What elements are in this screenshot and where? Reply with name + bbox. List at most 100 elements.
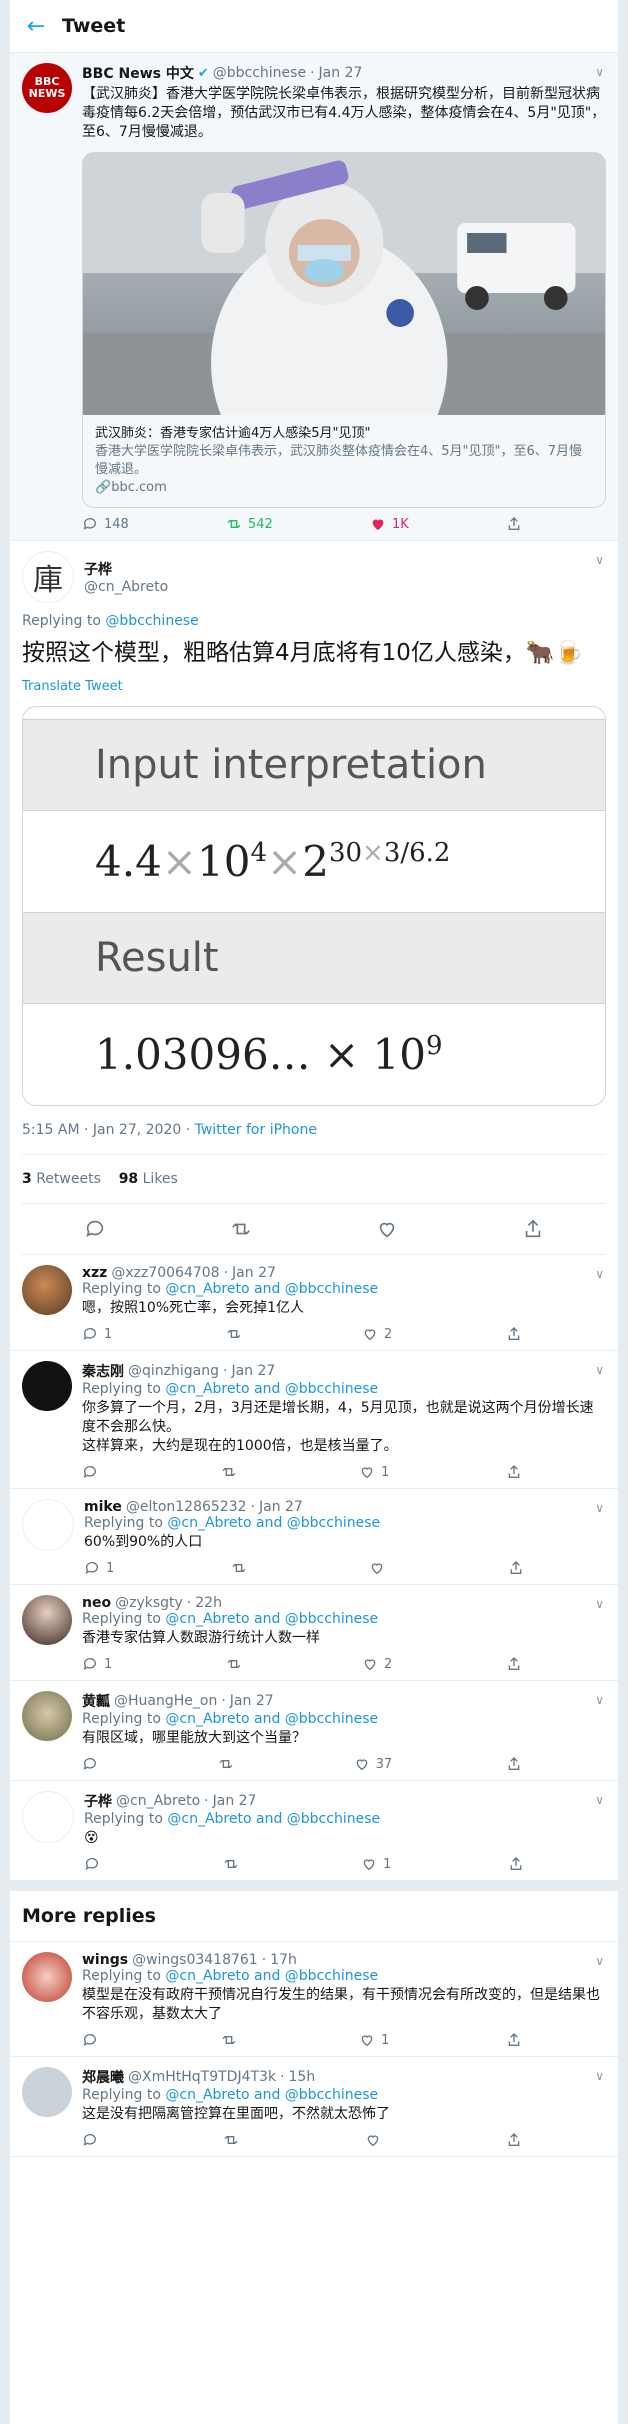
like-button[interactable]: 2 [362, 1326, 392, 1342]
chevron-down-icon[interactable]: ∨ [595, 1693, 604, 1707]
source-link[interactable]: Twitter for iPhone [195, 1122, 317, 1138]
chevron-down-icon[interactable]: ∨ [595, 65, 604, 79]
like-button[interactable]: 2 [362, 1656, 392, 1672]
tweet-time[interactable]: 15h [289, 2069, 316, 2085]
retweet-button[interactable] [221, 2032, 243, 2048]
mention-link[interactable]: @cn_Abreto and @bbcchinese [167, 1811, 380, 1827]
tweet-time[interactable]: Jan 27 [213, 1793, 257, 1809]
author-handle[interactable]: @cn_Abreto [116, 1793, 200, 1809]
retweet-button[interactable] [226, 1656, 248, 1672]
link-card[interactable]: 武汉肺炎：香港专家估计逾4万人感染5月"见顶" 香港大学医学院院长梁卓伟表示，武… [82, 152, 606, 508]
avatar[interactable] [22, 1265, 72, 1315]
like-button[interactable] [369, 1560, 391, 1576]
reply-icon[interactable] [84, 1218, 106, 1240]
share-button[interactable] [506, 1464, 522, 1480]
author-handle[interactable]: @zyksgty [115, 1595, 183, 1611]
chevron-down-icon[interactable]: ∨ [595, 1363, 604, 1377]
author-handle[interactable]: @qinzhigang [128, 1363, 219, 1379]
share-button[interactable] [508, 1856, 524, 1872]
author-name[interactable]: 黄瓤 [82, 1691, 110, 1711]
share-button[interactable] [508, 1560, 524, 1576]
chevron-down-icon[interactable]: ∨ [595, 1501, 604, 1515]
chevron-down-icon[interactable]: ∨ [595, 1793, 604, 1807]
share-button[interactable] [506, 1756, 522, 1772]
author-name[interactable]: BBC News 中文 [82, 63, 194, 83]
avatar[interactable] [22, 1691, 72, 1741]
translate-link[interactable]: Translate Tweet [22, 679, 606, 694]
avatar[interactable] [22, 1791, 74, 1843]
like-icon[interactable] [376, 1218, 398, 1240]
reply-button[interactable] [82, 1464, 104, 1480]
reply-tweet[interactable]: 郑晨曦 @XmHtHqT9TDJ4T3k · 15h Replying to @… [10, 2057, 618, 2157]
author-name[interactable]: wings [82, 1952, 128, 1968]
retweet-button[interactable] [226, 1326, 248, 1342]
tweet-image[interactable]: Input interpretation 4.4×104×230×3/6.2 R… [22, 706, 606, 1106]
mention-link[interactable]: @cn_Abreto and @bbcchinese [165, 1611, 378, 1627]
tweet-time[interactable]: Jan 27 [232, 1265, 276, 1281]
mention-link[interactable]: @cn_Abreto and @bbcchinese [167, 1515, 380, 1531]
like-button[interactable]: 1K [370, 516, 409, 532]
reply-button[interactable]: 1 [82, 1326, 112, 1342]
mention-link[interactable]: @cn_Abreto and @bbcchinese [165, 1968, 378, 1984]
author-handle[interactable]: @HuangHe_on [114, 1693, 217, 1709]
author-name[interactable]: 子桦 [84, 559, 168, 579]
likes-stat[interactable]: 98 Likes [119, 1171, 178, 1187]
share-button[interactable] [506, 2032, 522, 2048]
reply-tweet[interactable]: neo @zyksgty · 22h Replying to @cn_Abret… [10, 1585, 618, 1681]
reply-tweet[interactable]: wings @wings03418761 · 17h Replying to @… [10, 1942, 618, 2057]
tweet-time[interactable]: Jan 27 [231, 1363, 275, 1379]
like-button[interactable]: 1 [359, 1464, 389, 1480]
retweet-button[interactable] [223, 2132, 245, 2148]
reply-button[interactable] [82, 1756, 104, 1772]
avatar[interactable] [22, 1595, 72, 1645]
retweet-icon[interactable] [230, 1218, 252, 1240]
reply-tweet[interactable]: 黄瓤 @HuangHe_on · Jan 27 Replying to @cn_… [10, 1681, 618, 1781]
like-button[interactable]: 1 [361, 1856, 391, 1872]
reply-tweet[interactable]: 秦志刚 @qinzhigang · Jan 27 Replying to @cn… [10, 1351, 618, 1489]
retweet-button[interactable] [221, 1464, 243, 1480]
reply-button[interactable] [84, 1856, 106, 1872]
author-handle[interactable]: @cn_Abreto [84, 579, 168, 595]
avatar[interactable] [22, 2067, 72, 2117]
retweet-button[interactable] [223, 1856, 245, 1872]
avatar[interactable]: BBC NEWS [22, 63, 72, 113]
author-name[interactable]: mike [84, 1499, 122, 1515]
avatar[interactable]: 庫 [22, 551, 74, 603]
reply-tweet[interactable]: xzz @xzz70064708 · Jan 27 Replying to @c… [10, 1255, 618, 1351]
mention-link[interactable]: @cn_Abreto and @bbcchinese [165, 2087, 378, 2103]
author-handle[interactable]: @elton12865232 [126, 1499, 247, 1515]
tweet-time[interactable]: Jan 27 [259, 1499, 303, 1515]
chevron-down-icon[interactable]: ∨ [595, 553, 604, 567]
reply-button[interactable]: 1 [84, 1560, 114, 1576]
avatar[interactable] [22, 1952, 72, 2002]
context-tweet[interactable]: BBC NEWS BBC News 中文 ✔ @bbcchinese · Jan … [10, 53, 618, 541]
reply-button[interactable]: 148 [82, 516, 129, 532]
reply-tweet[interactable]: 子桦 @cn_Abreto · Jan 27 Replying to @cn_A… [10, 1781, 618, 1881]
mention-link[interactable]: @cn_Abreto and @bbcchinese [165, 1281, 378, 1297]
retweet-button[interactable] [231, 1560, 253, 1576]
share-button[interactable] [506, 516, 522, 532]
chevron-down-icon[interactable]: ∨ [595, 1267, 604, 1281]
reply-tweet[interactable]: mike @elton12865232 · Jan 27 Replying to… [10, 1489, 618, 1585]
back-arrow-icon[interactable]: ← [10, 14, 62, 39]
author-name[interactable]: 秦志刚 [82, 1361, 124, 1381]
tweet-time[interactable]: 17h [270, 1952, 297, 1968]
retweet-button[interactable]: 542 [226, 516, 273, 532]
avatar[interactable] [22, 1361, 72, 1411]
retweets-stat[interactable]: 3 Retweets [22, 1171, 101, 1187]
like-button[interactable] [365, 2132, 387, 2148]
author-name[interactable]: 子桦 [84, 1791, 112, 1811]
author-name[interactable]: 郑晨曦 [82, 2067, 124, 2087]
author-name[interactable]: neo [82, 1595, 111, 1611]
mention-link[interactable]: @cn_Abreto and @bbcchinese [165, 1711, 378, 1727]
author-handle[interactable]: @XmHtHqT9TDJ4T3k [128, 2069, 276, 2085]
share-button[interactable] [506, 1326, 522, 1342]
author-handle[interactable]: @xzz70064708 [111, 1265, 219, 1281]
retweet-button[interactable] [218, 1756, 240, 1772]
share-icon[interactable] [522, 1218, 544, 1240]
tweet-time[interactable]: Jan 27 [319, 65, 363, 81]
author-name[interactable]: xzz [82, 1265, 107, 1281]
chevron-down-icon[interactable]: ∨ [595, 1597, 604, 1611]
mention-link[interactable]: @bbcchinese [105, 613, 198, 629]
chevron-down-icon[interactable]: ∨ [595, 2069, 604, 2083]
